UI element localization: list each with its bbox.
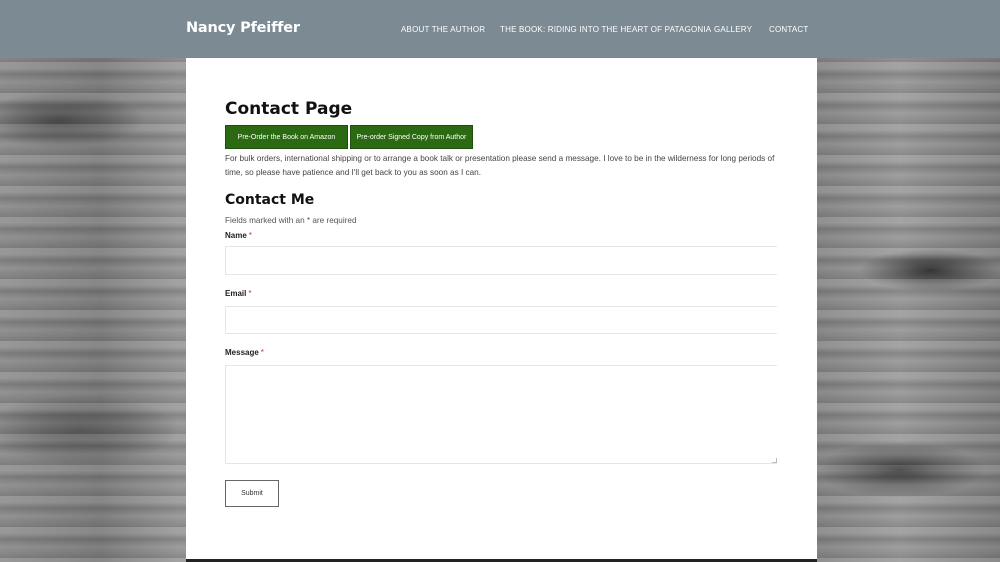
required-fields-note: Fields marked with an * are required [225, 216, 357, 225]
nav-contact[interactable]: CONTACT [769, 25, 808, 34]
intro-text: For bulk orders, international shipping … [225, 154, 775, 177]
email-label-text: Email [225, 289, 247, 298]
required-marker: * [260, 348, 264, 357]
email-label: Email * [225, 289, 251, 298]
message-label: Message * [225, 348, 264, 357]
name-field[interactable] [225, 246, 777, 275]
main-nav: ABOUT THE AUTHOR THE BOOK: RIDING INTO T… [0, 25, 1000, 37]
nav-gallery[interactable]: GALLERY [714, 25, 752, 34]
contact-form-title: Contact Me [225, 192, 315, 208]
name-label-text: Name [225, 231, 247, 240]
required-marker: * [248, 289, 252, 298]
nav-about-the-author[interactable]: ABOUT THE AUTHOR [401, 25, 485, 34]
nav-the-book[interactable]: THE BOOK: RIDING INTO THE HEART OF PATAG… [500, 25, 711, 34]
message-textarea[interactable] [225, 365, 777, 464]
name-label: Name * [225, 231, 252, 240]
content-card: Contact Page Pre-Order the Book on Amazo… [186, 58, 817, 562]
page-title: Contact Page [225, 99, 353, 119]
textarea-resize-handle[interactable] [772, 458, 777, 463]
message-label-text: Message [225, 348, 259, 357]
preorder-amazon-button[interactable]: Pre-Order the Book on Amazon [225, 125, 348, 149]
site-header: Nancy Pfeiffer ABOUT THE AUTHOR THE BOOK… [0, 0, 1000, 58]
preorder-signed-copy-button[interactable]: Pre-order Signed Copy from Author [350, 125, 473, 149]
submit-button[interactable]: Submit [225, 480, 279, 507]
required-marker: * [248, 231, 252, 240]
email-field[interactable] [225, 306, 777, 334]
